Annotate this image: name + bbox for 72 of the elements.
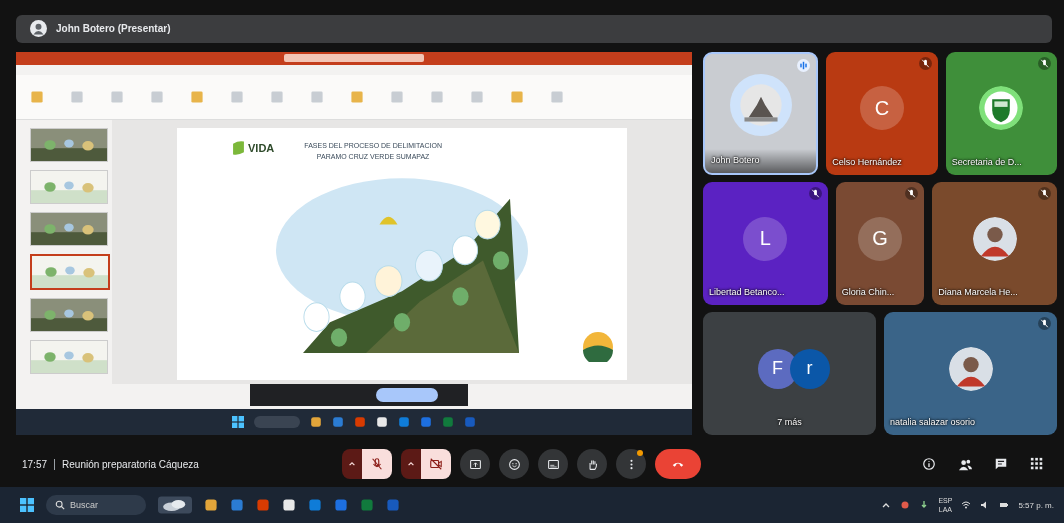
toolbar-icon [110,89,124,104]
wifi-icon[interactable] [961,500,972,511]
participant-tile[interactable]: G Gloria Chin... [835,182,925,306]
shield-emblem-icon [979,86,1024,131]
avatar-initial: L [743,216,788,261]
participant-tile[interactable]: F r 7 más [703,312,876,436]
presenter-name: John Botero (Presentar) [56,23,171,35]
end-call-button[interactable] [655,449,701,480]
search-field[interactable] [254,416,300,429]
emoji-button[interactable] [499,449,529,480]
toolbar-icon [150,89,164,104]
app-icon[interactable] [310,416,322,429]
participant-name: Libertad Betanco... [708,287,786,300]
participant-name: Celso Hernández [831,157,903,169]
app-icon[interactable] [204,498,218,513]
app-icon[interactable] [376,416,388,429]
search-field[interactable]: Buscar [46,495,146,516]
participant-tile[interactable]: C Celso Hernández [826,51,938,175]
raise-hand-button[interactable] [577,449,607,480]
participant-name: 7 más [776,417,803,430]
start-icon[interactable] [20,498,34,513]
toolbar-icon [390,89,404,104]
present-button[interactable] [460,449,490,480]
avatar-initial: C [860,86,904,131]
speaking-icon [797,58,811,72]
camera-off-icon [429,457,443,472]
microphone-button[interactable] [362,449,392,480]
participant-name: Gloria Chin... [840,287,896,300]
emoji-icon [507,457,521,471]
participant-name: Secretaria de D... [950,157,1023,169]
captions-icon [546,457,560,471]
meeting-time: 17:57 [22,458,48,470]
participant-tile[interactable]: Diana Marcela He... [932,182,1057,306]
toolbar-icon [430,89,444,104]
present-icon [468,457,482,471]
toolbar-icon [230,89,244,104]
toolbar-icon [350,89,364,104]
meeting-title: Reunión preparatoria Cáqueza [62,458,199,470]
start-icon[interactable] [232,416,244,429]
clock[interactable]: 5:57 p. m. [1018,500,1054,510]
leaf-logo-icon [232,139,245,156]
participant-tile[interactable]: natalia salazar osorio [884,312,1057,436]
camera-button[interactable] [421,449,451,480]
participant-tile[interactable]: L Libertad Betanco... [703,182,828,306]
mic-off-icon [370,457,384,472]
chat-icon [994,457,1008,472]
toolbar-icon [190,89,204,104]
toolbar-icon [550,89,564,104]
activities-icon [1030,457,1044,472]
participant-tile[interactable]: Secretaria de D... [945,51,1057,175]
slide-thumbnail[interactable] [30,253,110,290]
toast-button[interactable] [376,387,438,402]
sun-logo-icon [583,331,613,362]
participant-name: Diana Marcela He... [937,287,1019,300]
captions-button[interactable] [538,449,568,480]
toolbar-icon [70,89,84,104]
app-icon[interactable] [282,498,296,513]
participant-name: John Botero [705,149,817,173]
avatar-initial: r [789,348,830,389]
more-options-button[interactable] [616,449,646,480]
toolbar-icon [270,89,284,104]
avatar-icon [30,20,47,38]
info-icon [922,457,936,472]
toolbar-icon [510,89,524,104]
participant-name: natalia salazar osorio [889,417,977,430]
logo-text: VIDA [248,141,275,154]
avatar-initial: G [858,216,902,261]
toolbar-icon [30,89,44,104]
avatar-icon [972,216,1017,261]
avatar-icon [948,346,993,391]
toolbar-icon [470,89,484,104]
toolbar-icon [310,89,324,104]
